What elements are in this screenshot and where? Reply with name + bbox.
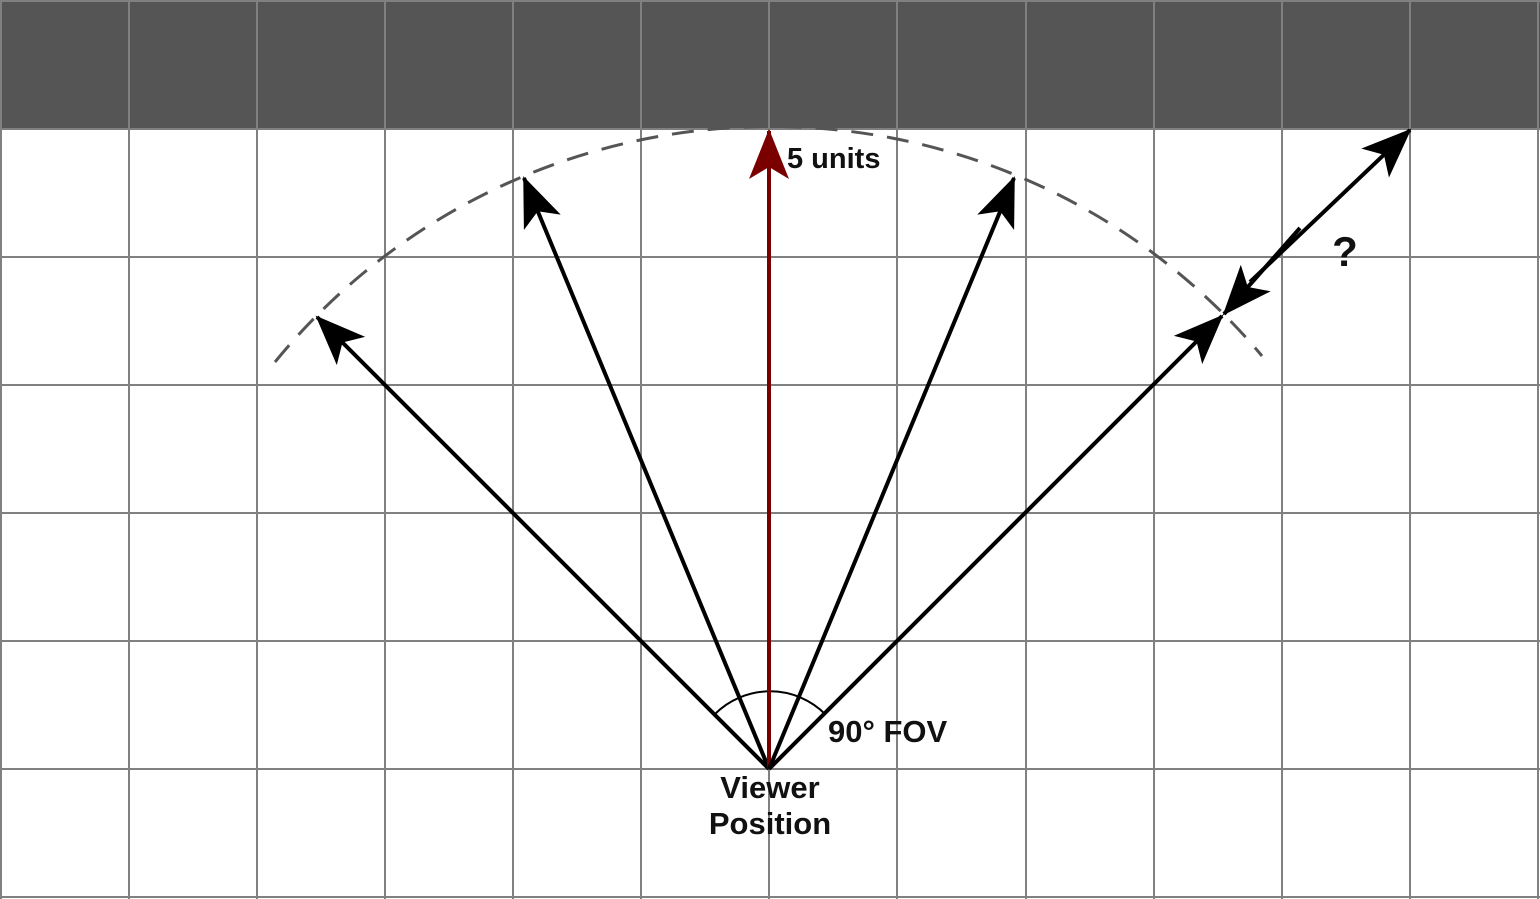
distance-label: 5 units	[787, 143, 880, 175]
viewer-label-line2: Position	[709, 806, 831, 841]
fov-diagram: 5 units 90° FOV ? Viewer Position	[0, 0, 1540, 899]
fov-label: 90° FOV	[828, 714, 948, 749]
unknown-distance-label: ?	[1332, 228, 1358, 275]
viewer-label-line1: Viewer	[720, 770, 819, 805]
